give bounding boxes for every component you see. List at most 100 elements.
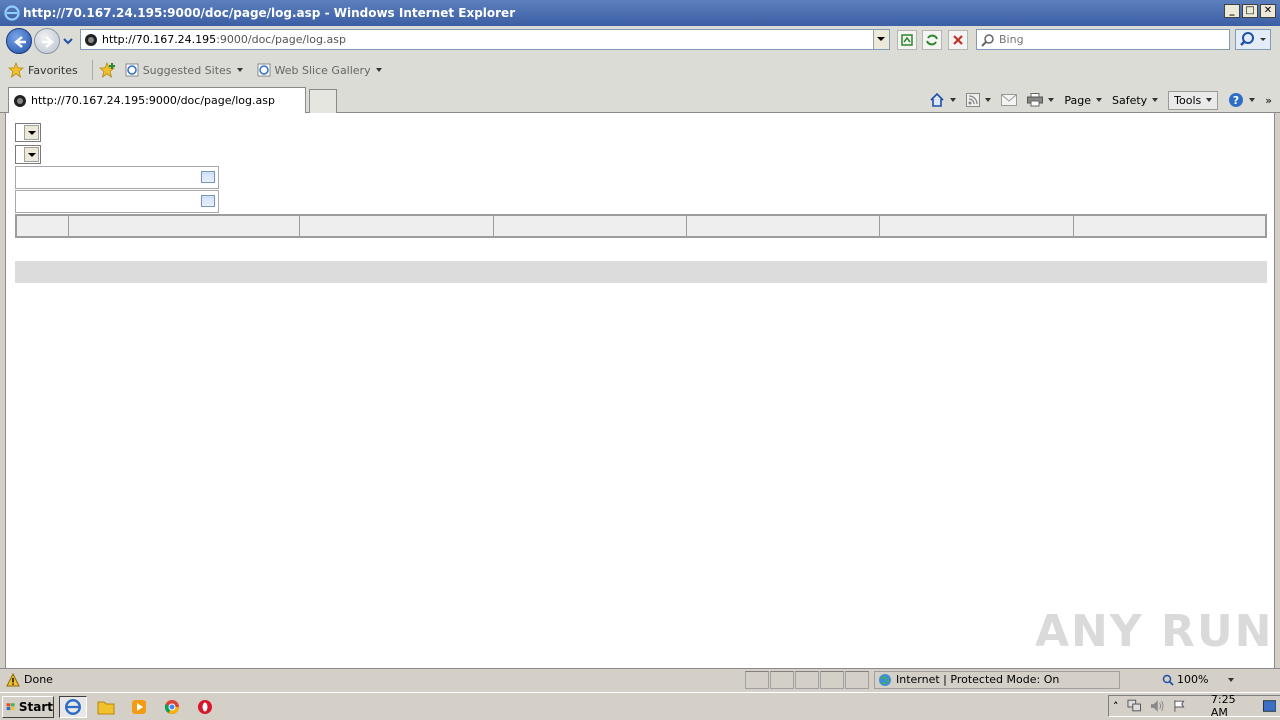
compatibility-view-icon [901, 34, 913, 46]
minimize-button[interactable]: _ [1224, 4, 1240, 18]
table-header-cell [17, 216, 69, 236]
home-button[interactable] [929, 92, 957, 108]
zoom-level: 100% [1177, 673, 1209, 686]
tab-log-page[interactable]: http://70.167.24.195:9000/doc/page/log.a… [8, 87, 306, 113]
log-subtype-select[interactable] [15, 145, 41, 164]
table-pagination-bar [15, 261, 1267, 283]
taskbar-explorer[interactable] [92, 696, 120, 718]
tray-expand-icon[interactable]: ˄ [1113, 700, 1119, 713]
close-button[interactable]: ✕ [1260, 4, 1276, 18]
tab-row: http://70.167.24.195:9000/doc/page/log.a… [0, 84, 1280, 113]
forward-arrow-icon [42, 36, 54, 48]
address-bar[interactable]: http://70.167.24.195:9000/doc/page/log.a… [80, 29, 890, 50]
home-caret-icon [950, 98, 957, 102]
web-slice-gallery-caret-icon [375, 68, 382, 72]
zoom-control[interactable]: 100% [1162, 673, 1235, 686]
favorites-button[interactable]: Favorites [8, 62, 78, 78]
status-panels [745, 670, 870, 689]
refresh-button[interactable] [922, 30, 942, 50]
web-slice-gallery-button[interactable]: Web Slice Gallery [257, 63, 382, 77]
command-bar-overflow[interactable]: » [1265, 94, 1272, 107]
web-slice-gallery-label: Web Slice Gallery [274, 63, 371, 77]
maximize-button[interactable]: □ [1242, 4, 1258, 18]
read-mail-button[interactable] [1001, 94, 1018, 106]
add-to-favorites-bar-button[interactable] [98, 62, 117, 78]
taskbar-media-player[interactable] [125, 696, 153, 718]
page-menu-label: Page [1064, 93, 1091, 107]
site-favicon-icon [14, 94, 26, 107]
end-time-input[interactable] [15, 190, 219, 213]
tools-caret-icon [1206, 98, 1213, 102]
back-arrow-icon [14, 36, 26, 48]
mail-icon [1001, 94, 1018, 106]
forward-button[interactable] [34, 28, 60, 54]
print-button[interactable] [1027, 93, 1055, 107]
recent-pages-dropdown-icon[interactable] [63, 36, 73, 46]
network-icon[interactable] [1126, 699, 1142, 713]
home-icon [930, 92, 944, 107]
address-dropdown-button[interactable] [873, 30, 889, 49]
page-content [5, 113, 1275, 668]
volume-icon[interactable] [1150, 699, 1165, 713]
suggested-sites-caret-icon [236, 68, 243, 72]
search-button[interactable] [1235, 29, 1271, 50]
stop-button[interactable] [948, 30, 968, 50]
system-tray: ˄ 7:25 AM [1108, 693, 1280, 719]
overflow-chevron-icon: » [1265, 93, 1272, 107]
calendar-icon[interactable] [201, 171, 215, 183]
table-header-cell [880, 216, 1074, 236]
safety-caret-icon [1152, 98, 1159, 102]
internet-explorer-icon [4, 5, 20, 21]
log-table-header [15, 214, 1267, 238]
security-zone[interactable]: Internet | Protected Mode: On [874, 670, 1120, 689]
calendar-icon[interactable] [201, 195, 215, 207]
back-button[interactable] [6, 28, 32, 54]
address-url[interactable]: http://70.167.24.195:9000/doc/page/log.a… [102, 33, 346, 46]
feeds-button[interactable] [966, 93, 992, 107]
help-menu[interactable]: ? [1228, 92, 1256, 108]
taskbar-internet-explorer[interactable] [59, 695, 87, 718]
search-input[interactable] [999, 33, 1219, 46]
status-panel [745, 670, 769, 689]
taskbar-chrome[interactable] [158, 696, 186, 718]
start-time-input[interactable] [15, 166, 219, 189]
internet-explorer-icon [65, 698, 81, 715]
log-type-select[interactable] [15, 123, 41, 142]
safety-menu[interactable]: Safety [1112, 94, 1159, 107]
taskbar-opera[interactable] [191, 696, 219, 718]
ie-page-icon [257, 63, 271, 77]
clock[interactable]: 7:25 AM [1211, 693, 1255, 719]
new-tab-button[interactable] [309, 89, 337, 113]
action-center-flag-icon[interactable] [1173, 699, 1187, 713]
ie-page-icon [125, 63, 139, 77]
tab-label: http://70.167.24.195:9000/doc/page/log.a… [31, 94, 275, 107]
address-row: http://70.167.24.195:9000/doc/page/log.a… [0, 26, 1280, 56]
page-menu[interactable]: Page [1064, 94, 1102, 107]
compatibility-view-button[interactable] [897, 30, 917, 50]
help-question-icon: ? [1229, 93, 1244, 107]
zoom-caret-icon[interactable] [1228, 677, 1235, 682]
favorites-bar: Favorites Suggested Sites Web Slice Gall… [0, 56, 1280, 84]
start-button[interactable]: Start [2, 695, 54, 718]
address-url-path: :9000/doc/page/log.asp [216, 33, 346, 46]
site-favicon-icon [85, 33, 97, 46]
status-panel [770, 670, 794, 689]
show-desktop-icon[interactable] [1262, 700, 1277, 712]
media-player-icon [132, 699, 146, 714]
stop-x-icon [953, 35, 963, 45]
tools-menu[interactable]: Tools [1168, 90, 1219, 110]
table-header-cell [687, 216, 880, 236]
status-panel [845, 670, 869, 689]
search-magnifier-icon [981, 33, 994, 47]
rss-feed-icon [966, 93, 981, 107]
address-url-host: http://70.167.24.195 [102, 33, 217, 46]
search-box[interactable] [976, 29, 1230, 50]
svg-text:?: ? [1233, 94, 1239, 107]
chevron-down-icon [24, 147, 39, 162]
suggested-sites-button[interactable]: Suggested Sites [125, 63, 243, 77]
search-icon [1240, 32, 1266, 46]
favorites-label: Favorites [28, 63, 78, 77]
status-text: Done [24, 673, 53, 686]
favorites-separator [91, 60, 93, 80]
help-caret-icon [1249, 98, 1256, 102]
